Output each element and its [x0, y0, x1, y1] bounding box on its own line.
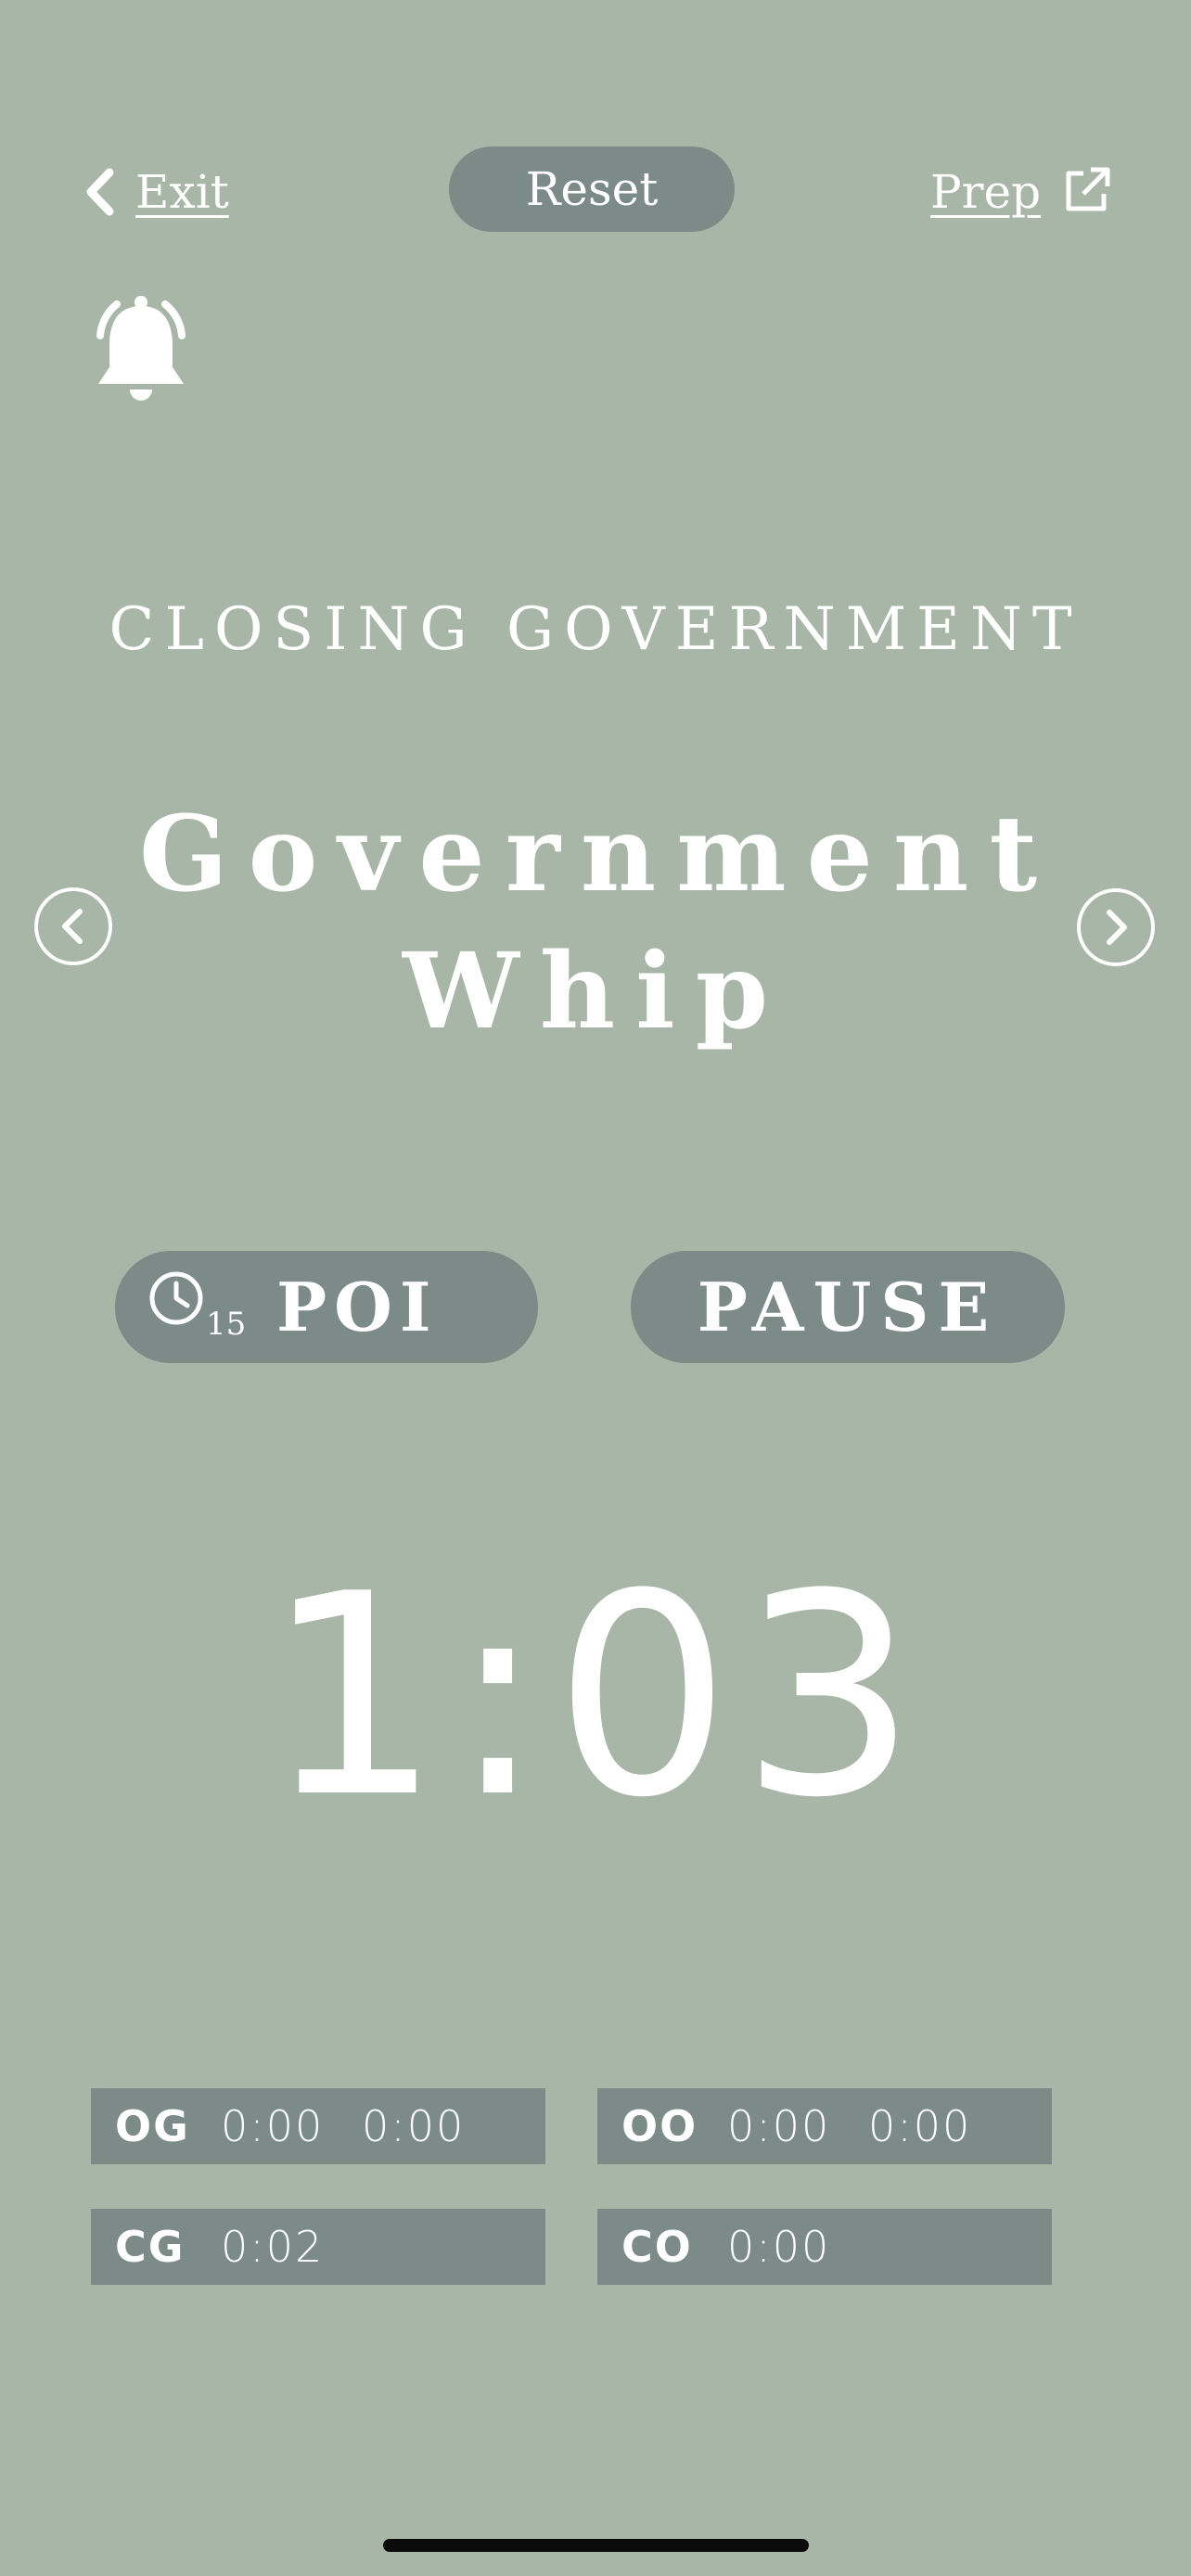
team-time-co: CO 0:00	[597, 2209, 1052, 2285]
chevron-right-circle-icon	[1077, 888, 1155, 966]
team-time-cg: CG 0:02	[91, 2209, 545, 2285]
exit-label: Exit	[135, 165, 229, 219]
home-indicator[interactable]	[383, 2539, 809, 2552]
team-time: 0:00	[868, 2101, 972, 2151]
speaker-role: Government Whip	[139, 786, 1052, 1061]
previous-speaker-button[interactable]	[33, 886, 113, 966]
prep-label: Prep	[930, 165, 1042, 219]
external-link-icon	[1063, 166, 1111, 218]
poi-button[interactable]: 15 POI	[115, 1251, 538, 1363]
team-time: 0:00	[727, 2222, 831, 2272]
team-time: 0:00	[362, 2101, 466, 2151]
clock-icon: 15	[148, 1270, 260, 1345]
chevron-left-circle-icon	[34, 887, 112, 965]
team-label: CG	[115, 2222, 186, 2272]
bell-ringing-icon[interactable]	[80, 293, 202, 412]
pause-button[interactable]: PAUSE	[631, 1251, 1065, 1363]
exit-button[interactable]: Exit	[83, 165, 229, 219]
team-time-og: OG 0:00 0:00	[91, 2088, 545, 2164]
team-time-oo: OO 0:00 0:00	[597, 2088, 1052, 2164]
speaker-role-line2: Whip	[402, 931, 789, 1052]
team-time: 0:00	[727, 2101, 831, 2151]
prep-button[interactable]: Prep	[930, 165, 1111, 219]
team-label: CO	[621, 2222, 693, 2272]
team-label: OO	[621, 2101, 698, 2151]
poi-seconds: 15	[206, 1305, 247, 1343]
poi-label: POI	[276, 1268, 439, 1346]
team-time: 0:02	[221, 2222, 325, 2272]
next-speaker-button[interactable]	[1076, 887, 1156, 967]
speech-timer: 1:03	[264, 1535, 927, 1858]
team-time: 0:00	[221, 2101, 325, 2151]
team-label: OG	[115, 2101, 190, 2151]
speaker-role-line1: Government	[139, 794, 1058, 915]
speaker-position: CLOSING GOVERNMENT	[109, 595, 1082, 664]
reset-button[interactable]: Reset	[449, 147, 735, 232]
chevron-left-icon	[83, 167, 115, 217]
